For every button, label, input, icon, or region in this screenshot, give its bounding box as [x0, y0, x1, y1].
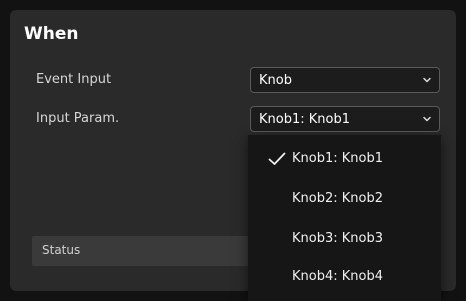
- dropdown-option-knob3[interactable]: Knob3: Knob3: [248, 219, 441, 259]
- event-input-value: Knob: [259, 72, 292, 88]
- input-param-value: Knob1: Knob1: [259, 111, 350, 127]
- dropdown-option-knob1[interactable]: Knob1: Knob1: [248, 139, 441, 179]
- input-param-dropdown: Knob1: Knob1 Knob2: Knob2 Knob3: Knob3 K…: [248, 135, 441, 301]
- screen: When Event Input Knob Input Param. Knob1…: [0, 0, 466, 301]
- section-title: When: [24, 24, 79, 44]
- input-param-label: Input Param.: [36, 111, 120, 126]
- event-input-select[interactable]: Knob: [250, 67, 440, 93]
- input-param-select[interactable]: Knob1: Knob1: [250, 106, 440, 132]
- dropdown-option-knob2[interactable]: Knob2: Knob2: [248, 179, 441, 219]
- checkmark-icon: [268, 152, 286, 165]
- dropdown-option-label: Knob1: Knob1: [292, 151, 383, 166]
- chevron-down-icon: [423, 77, 431, 83]
- status-bar: Status: [32, 236, 262, 266]
- chevron-down-icon: [423, 116, 431, 122]
- event-input-label: Event Input: [36, 72, 112, 87]
- dropdown-option-label: Knob4: Knob4: [292, 269, 383, 284]
- dropdown-option-knob4[interactable]: Knob4: Knob4: [248, 257, 441, 297]
- dropdown-option-label: Knob2: Knob2: [292, 191, 383, 206]
- status-label: Status: [42, 243, 81, 257]
- dropdown-option-label: Knob3: Knob3: [292, 231, 383, 246]
